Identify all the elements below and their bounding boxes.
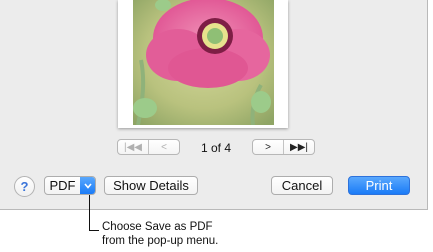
next-page-icon: > [265, 141, 271, 153]
cancel-button[interactable]: Cancel [271, 176, 333, 195]
prev-page-icon: < [161, 141, 167, 153]
last-page-icon: ▶▶| [290, 141, 308, 153]
print-label: Print [365, 178, 393, 193]
next-page-button[interactable]: > [253, 140, 283, 154]
help-button[interactable]: ? [14, 176, 35, 197]
cancel-label: Cancel [281, 178, 323, 193]
page-indicator: 1 of 4 [200, 141, 232, 155]
pager-back-group: |◀◀ < [117, 139, 180, 155]
print-preview [118, 0, 288, 128]
pdf-button-label: PDF [49, 178, 76, 193]
prev-page-button[interactable]: < [148, 140, 179, 154]
chevron-down-icon [83, 182, 92, 189]
preview-image [133, 0, 274, 125]
pdf-dropdown-arrow[interactable] [80, 177, 95, 194]
callout-line-1: Choose Save as PDF [102, 221, 213, 233]
print-button[interactable]: Print [348, 176, 410, 195]
first-page-button[interactable]: |◀◀ [118, 140, 148, 154]
show-details-label: Show Details [113, 178, 189, 193]
pager-forward-group: > ▶▶| [252, 139, 315, 155]
callout-tick [89, 230, 99, 231]
pdf-menu-button[interactable]: PDF [44, 176, 96, 195]
help-icon: ? [20, 179, 29, 194]
callout-line-2: from the pop-up menu. [102, 235, 219, 247]
show-details-button[interactable]: Show Details [104, 176, 198, 195]
print-dialog: |◀◀ < 1 of 4 > ▶▶| ? PDF Show Details Ca… [0, 0, 428, 210]
callout-text: Choose Save as PDF from the pop-up menu. [102, 220, 218, 248]
callout-line [89, 195, 90, 231]
last-page-button[interactable]: ▶▶| [283, 140, 314, 154]
first-page-icon: |◀◀ [124, 141, 142, 153]
